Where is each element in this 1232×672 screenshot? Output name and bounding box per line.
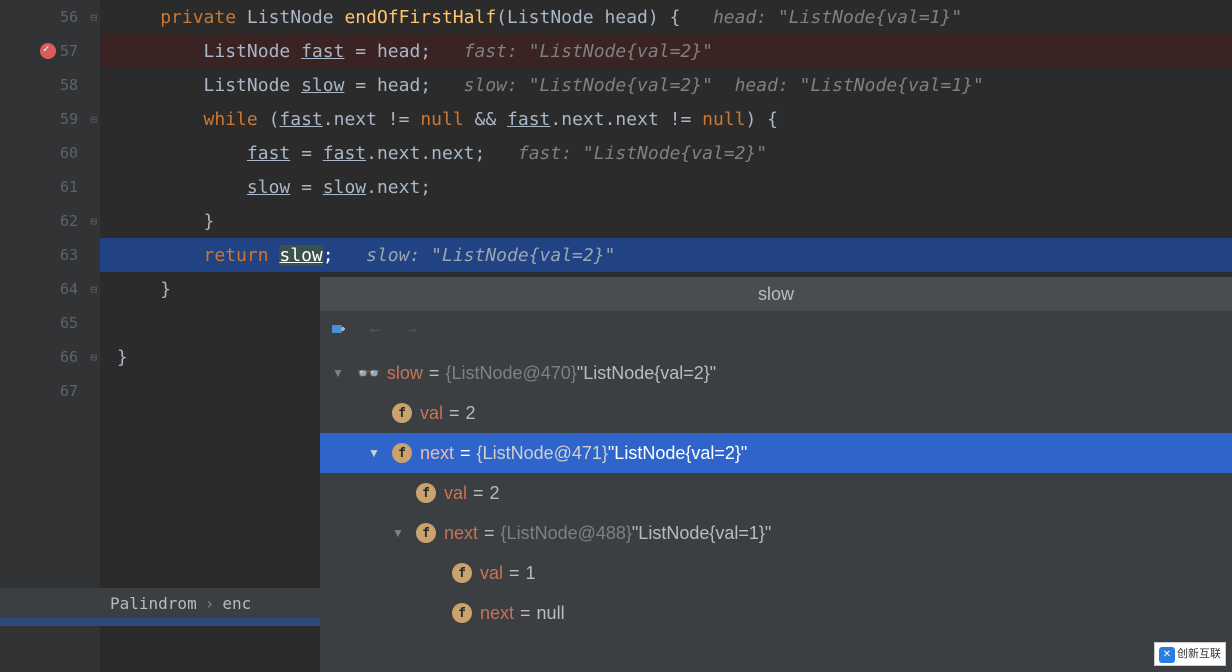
watermark: ✕创新互联 [1154,642,1226,666]
inline-hint: fast: "ListNode{val=2}" [485,143,767,164]
line-number[interactable]: 64⊟ [0,272,100,306]
field-icon: f [416,523,436,543]
tree-expand-icon[interactable]: ▼ [392,524,410,542]
debug-toolbar: ← → [320,311,1232,347]
field-icon: f [392,403,412,423]
debug-tree[interactable]: ▼ 👓 slow = {ListNode@470} "ListNode{val=… [320,347,1232,633]
line-number[interactable]: 67 [0,374,100,408]
code-line-breakpoint[interactable]: ListNode fast = head; fast: "ListNode{va… [100,34,1232,68]
breadcrumb[interactable]: Palindrom › enc [0,588,320,618]
code-line[interactable]: ListNode slow = head; slow: "ListNode{va… [100,68,1232,102]
line-gutter: 56⊟ 57 58 59⊟ 60 61 62⊟ 63 64⊟ 65 66⊟ 67 [0,0,100,672]
watermark-logo-icon: ✕ [1159,647,1175,663]
inline-hint: fast: "ListNode{val=2}" [431,41,713,62]
code-line[interactable]: slow = slow.next; [100,170,1232,204]
fold-marker-icon[interactable]: ⊟ [90,283,97,296]
line-number[interactable]: 56⊟ [0,0,100,34]
inline-hint: head: "ListNode{val=1}" [713,75,984,96]
tree-row-field[interactable]: f next = null [320,593,1232,633]
line-number[interactable]: 65 [0,306,100,340]
code-line[interactable]: } [100,204,1232,238]
line-number[interactable]: 62⊟ [0,204,100,238]
debug-variables-panel: slow ← → ▼ 👓 slow = {ListNode@470} "List… [320,277,1232,672]
glasses-icon: 👓 [356,361,381,386]
tree-row-selected[interactable]: ▼ f next = {ListNode@471} "ListNode{val=… [320,433,1232,473]
field-icon: f [452,563,472,583]
debug-panel-title: slow [320,277,1232,311]
fold-marker-icon[interactable]: ⊟ [90,113,97,126]
code-line-execution[interactable]: return slow; slow: "ListNode{val=2}" [100,238,1232,272]
fold-marker-icon[interactable]: ⊟ [90,215,97,228]
field-icon: f [392,443,412,463]
field-icon: f [452,603,472,623]
code-line[interactable]: while (fast.next != null && fast.next.ne… [100,102,1232,136]
breakpoint-icon[interactable] [40,43,56,59]
code-line[interactable]: fast = fast.next.next; fast: "ListNode{v… [100,136,1232,170]
field-icon: f [416,483,436,503]
inline-hint: slow: "ListNode{val=2}" [431,75,713,96]
chevron-right-icon: › [205,594,215,613]
line-number[interactable]: 59⊟ [0,102,100,136]
new-watch-icon[interactable] [328,318,350,340]
tree-row-field[interactable]: f val = 2 [320,473,1232,513]
fold-marker-icon[interactable]: ⊟ [90,11,97,24]
tree-expand-icon[interactable]: ▼ [368,444,386,462]
inline-hint: head: "ListNode{val=1}" [680,7,962,28]
tree-row-root[interactable]: ▼ 👓 slow = {ListNode@470} "ListNode{val=… [320,353,1232,393]
breadcrumb-item[interactable]: Palindrom [110,594,197,613]
breadcrumb-item[interactable]: enc [222,594,251,613]
line-number[interactable]: 61 [0,170,100,204]
tree-row-field[interactable]: f val = 1 [320,553,1232,593]
line-number[interactable]: 66⊟ [0,340,100,374]
fold-marker-icon[interactable]: ⊟ [90,351,97,364]
back-icon[interactable]: ← [364,318,386,340]
tree-expand-icon[interactable]: ▼ [332,364,350,382]
code-line[interactable]: private ListNode endOfFirstHalf(ListNode… [100,0,1232,34]
panel-border [0,618,320,626]
line-number[interactable]: 63 [0,238,100,272]
line-number[interactable]: 60 [0,136,100,170]
tree-row-field[interactable]: f val = 2 [320,393,1232,433]
inline-hint: slow: "ListNode{val=2}" [334,245,616,266]
forward-icon[interactable]: → [400,318,422,340]
tree-row-field[interactable]: ▼ f next = {ListNode@488} "ListNode{val=… [320,513,1232,553]
line-number[interactable]: 58 [0,68,100,102]
line-number[interactable]: 57 [0,34,100,68]
